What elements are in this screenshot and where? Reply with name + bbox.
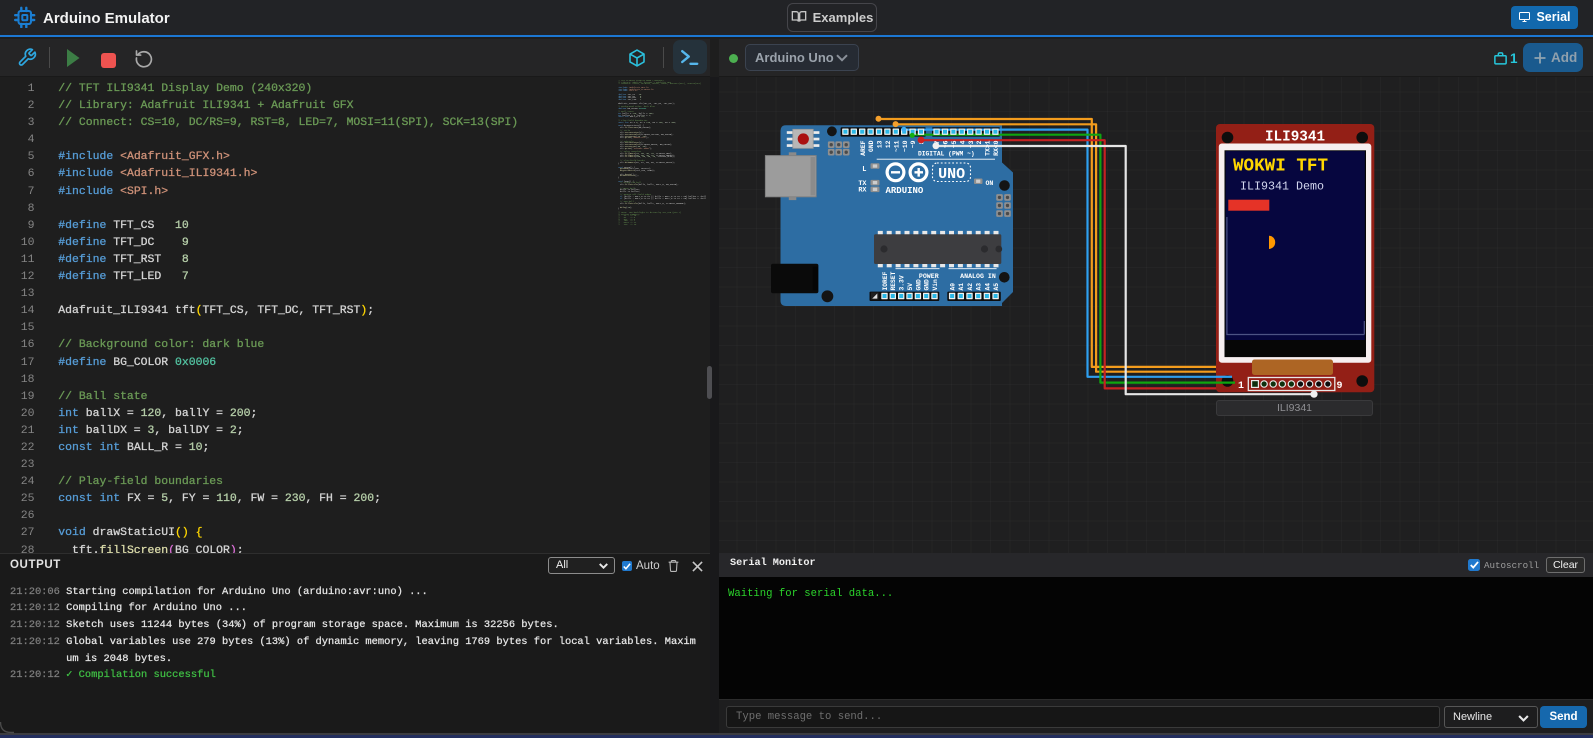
svg-text:ILI9341: ILI9341	[1265, 130, 1325, 146]
svg-text:A1: A1	[958, 283, 965, 291]
svg-text:IOREF: IOREF	[882, 271, 889, 290]
svg-text:~10: ~10	[902, 140, 909, 152]
svg-text:RX: RX	[858, 186, 867, 194]
svg-text:5V: 5V	[907, 283, 914, 291]
svg-text:RX<0: RX<0	[993, 140, 1000, 156]
svg-text:ARDUINO: ARDUINO	[886, 186, 924, 196]
svg-text:A5: A5	[993, 283, 1000, 291]
svg-text:RESET: RESET	[890, 271, 897, 290]
svg-text:A0: A0	[950, 283, 957, 291]
svg-text:UNO: UNO	[938, 166, 965, 183]
svg-text:~9: ~9	[910, 140, 917, 148]
svg-text:TX>1: TX>1	[985, 140, 992, 156]
svg-text:~11: ~11	[893, 140, 900, 152]
svg-text:~5: ~5	[951, 140, 958, 148]
svg-text:3.3V: 3.3V	[899, 275, 906, 290]
svg-text:A2: A2	[967, 283, 974, 291]
svg-text:9: 9	[1337, 381, 1343, 392]
svg-text:ANALOG IN: ANALOG IN	[960, 273, 996, 280]
svg-text:13: 13	[877, 140, 884, 148]
svg-text:1: 1	[1238, 381, 1244, 392]
svg-text:12: 12	[885, 140, 892, 148]
svg-text:GND: GND	[924, 279, 931, 291]
svg-text:Vin: Vin	[932, 279, 939, 291]
svg-text:AREF: AREF	[860, 140, 867, 156]
svg-text:ON: ON	[986, 180, 994, 187]
svg-text:DIGITAL (PWM ~): DIGITAL (PWM ~)	[918, 151, 975, 158]
svg-text:4: 4	[959, 140, 966, 144]
svg-text:~6: ~6	[943, 140, 950, 148]
svg-text:ILI9341 Demo: ILI9341 Demo	[1240, 180, 1324, 194]
svg-text:GND: GND	[915, 279, 922, 291]
svg-text:2: 2	[976, 140, 983, 144]
svg-text:A3: A3	[976, 283, 983, 291]
svg-text:L: L	[862, 166, 866, 174]
svg-text:A4: A4	[984, 283, 991, 291]
svg-text:GND: GND	[868, 140, 875, 152]
svg-text:POWER: POWER	[919, 273, 939, 280]
svg-text:~3: ~3	[968, 140, 975, 148]
svg-text:WOKWI TFT: WOKWI TFT	[1233, 157, 1328, 177]
